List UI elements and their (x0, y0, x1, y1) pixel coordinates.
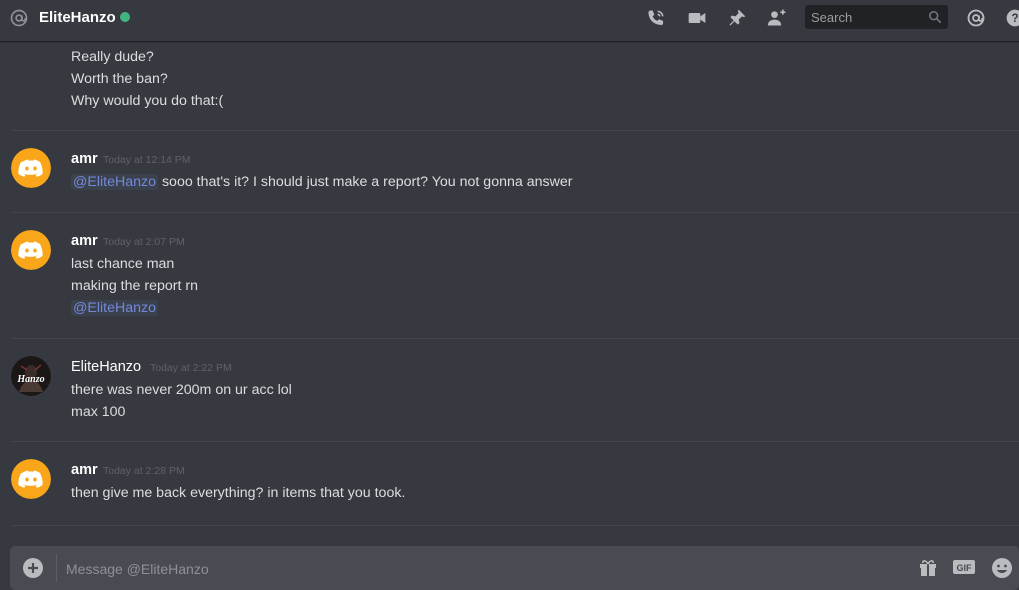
call-icon[interactable] (645, 8, 667, 28)
message-timestamp: Today at 2:22 PM (150, 362, 232, 374)
pin-icon[interactable] (726, 8, 748, 28)
message-line: @EliteHanzo sooo that's it? I should jus… (71, 174, 572, 190)
search-icon (928, 10, 942, 24)
online-status-icon (120, 12, 130, 22)
message-author[interactable]: amr (71, 233, 98, 249)
svg-text:?: ? (1011, 12, 1018, 25)
message-line: there was never 200m on ur acc lol (71, 382, 292, 398)
mentions-icon[interactable] (965, 8, 987, 28)
user-mention[interactable]: @EliteHanzo (71, 300, 159, 316)
upload-plus-icon[interactable] (23, 558, 43, 578)
avatar[interactable] (11, 148, 51, 188)
avatar[interactable] (11, 230, 51, 270)
message-line: making the report rn (71, 278, 198, 294)
gif-label: GIF (957, 563, 973, 573)
add-friend-icon[interactable] (766, 8, 788, 28)
message-author[interactable]: EliteHanzo (71, 359, 141, 375)
message-line: Why would you do that:( (71, 93, 224, 109)
at-icon (10, 9, 28, 27)
message-input[interactable]: Message @EliteHanzo (66, 561, 209, 577)
message-line: max 100 (71, 404, 126, 420)
message-divider (12, 338, 1019, 339)
message-divider (12, 130, 1019, 131)
avatar[interactable] (11, 459, 51, 499)
message-divider (12, 212, 1019, 213)
channel-title: EliteHanzo (39, 9, 116, 26)
search-input[interactable]: Search (805, 5, 948, 29)
message-line: Worth the ban? (71, 71, 168, 87)
message-line: @EliteHanzo (71, 300, 159, 316)
channel-header: EliteHanzo Search ? (0, 0, 1019, 42)
avatar-logo-text: Hanzo (16, 374, 44, 385)
message-composer[interactable]: Message @EliteHanzo GIF (10, 546, 1019, 590)
message-text: sooo that's it? I should just make a rep… (158, 174, 573, 190)
composer-separator (56, 554, 57, 582)
message-divider (12, 441, 1019, 442)
message-timestamp: Today at 2:07 PM (103, 236, 185, 248)
avatar[interactable]: Hanzo (11, 356, 51, 396)
emoji-icon[interactable] (991, 557, 1013, 579)
message-line: Really dude? (71, 49, 154, 65)
message-divider (12, 525, 1019, 526)
search-placeholder: Search (811, 10, 853, 25)
message-timestamp: Today at 12:14 PM (103, 154, 191, 166)
message-line: last chance man (71, 256, 175, 272)
gif-icon[interactable]: GIF (953, 560, 975, 574)
message-list: Really dude? Worth the ban? Why would yo… (0, 42, 1019, 547)
video-icon[interactable] (686, 8, 708, 28)
message-line: then give me back everything? in items t… (71, 485, 406, 501)
message-author[interactable]: amr (71, 151, 98, 167)
help-icon[interactable]: ? (1004, 8, 1019, 28)
message-timestamp: Today at 2:28 PM (103, 465, 185, 477)
message-author[interactable]: amr (71, 462, 98, 478)
gift-icon[interactable] (918, 557, 938, 577)
user-mention[interactable]: @EliteHanzo (71, 174, 159, 190)
